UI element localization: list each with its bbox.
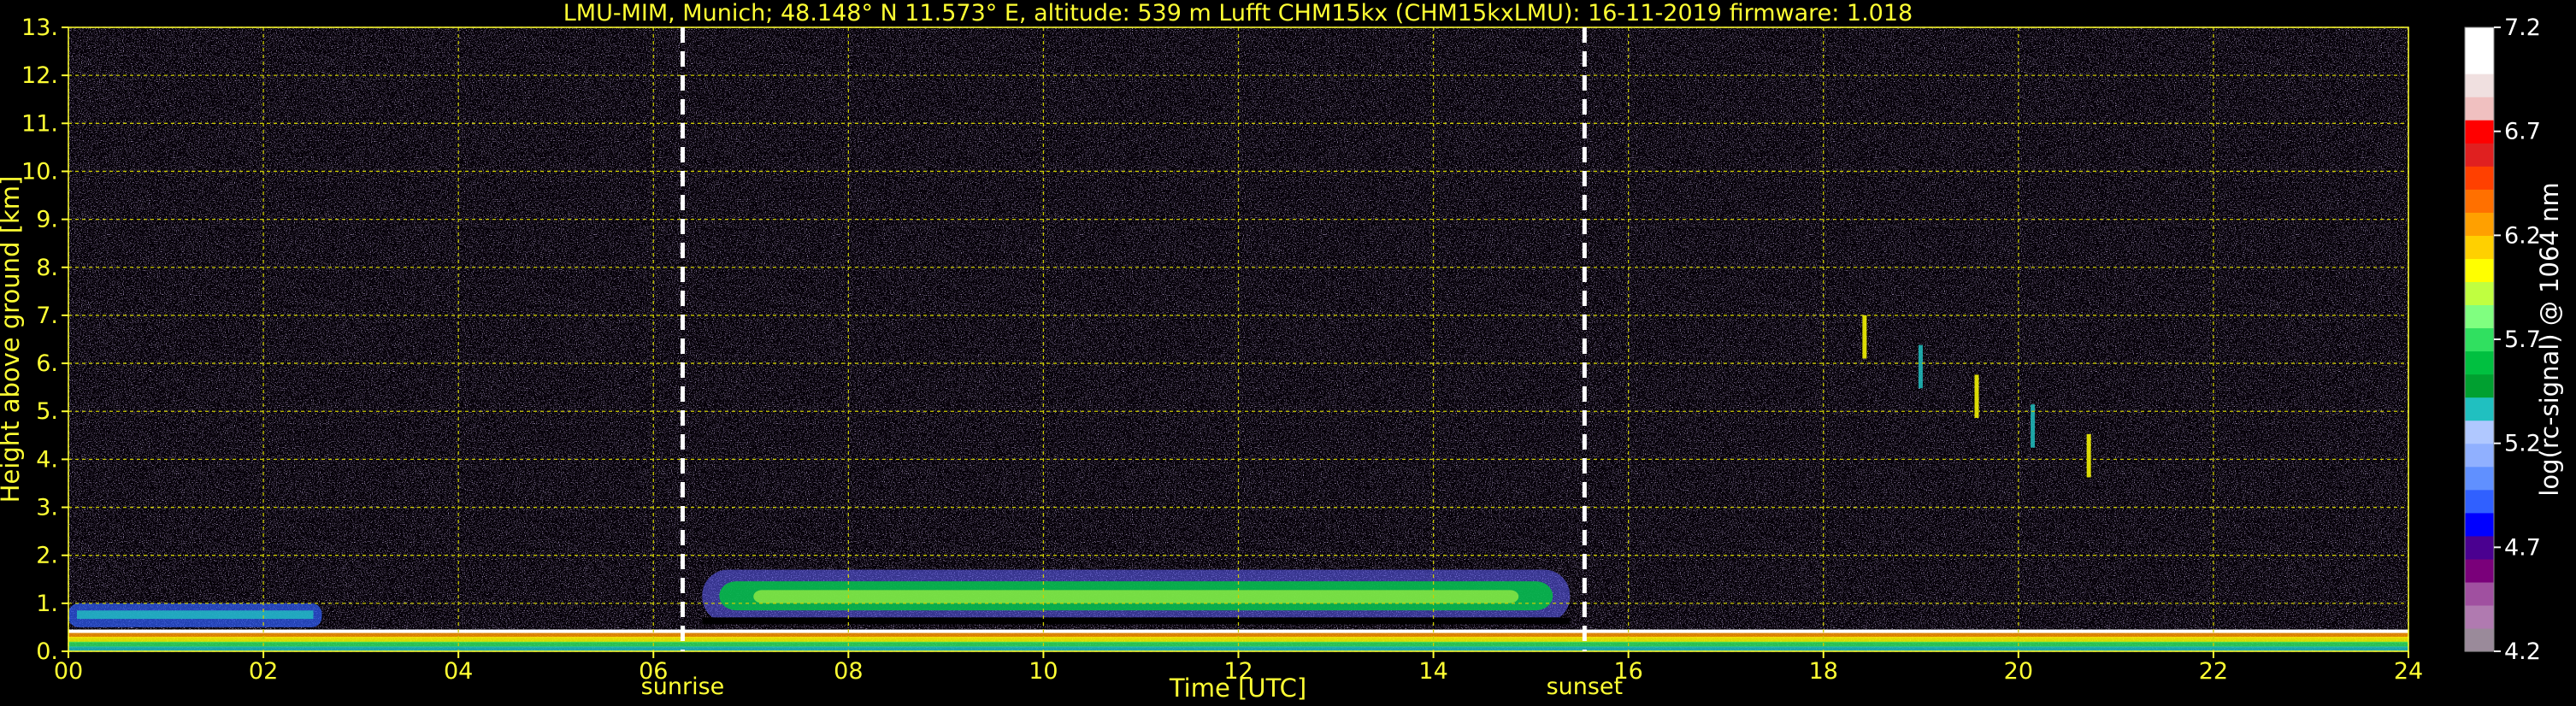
y-tick-label: 10. — [21, 158, 58, 185]
y-tick-label: 4. — [36, 446, 58, 473]
colorbar-swatch — [2465, 212, 2494, 236]
colorbar-swatch — [2465, 166, 2494, 190]
colorbar-swatch — [2465, 97, 2494, 121]
colorbar-swatch — [2465, 281, 2494, 306]
colorbar-swatch — [2465, 143, 2494, 167]
x-tick-label: 04 — [444, 658, 473, 685]
x-tick-label: 02 — [249, 658, 278, 685]
y-tick-label: 2. — [36, 543, 58, 569]
x-tick-label: 20 — [2004, 658, 2033, 685]
colorbar-swatch — [2465, 466, 2494, 491]
daytime-noise — [688, 27, 1590, 583]
colorbar-swatch — [2465, 304, 2494, 329]
y-tick-label: 9. — [36, 207, 58, 233]
colorbar-swatch — [2465, 627, 2494, 652]
colorbar-swatch — [2465, 350, 2494, 375]
colorbar-swatch — [2465, 558, 2494, 583]
colorbar-swatch — [2465, 489, 2494, 514]
feature-night-layer-core — [77, 610, 314, 620]
colorbar: 4.24.75.25.76.26.77.2 — [2464, 15, 2541, 665]
y-tick-label: 11. — [21, 110, 58, 137]
y-tick-label: 3. — [36, 495, 58, 521]
colorbar-swatch — [2465, 535, 2494, 560]
y-axis-ticks: 0.1.2.3.4.5.6.7.8.9.10.11.12.13. — [21, 15, 68, 665]
x-axis-label: Time [UTC] — [1169, 674, 1306, 703]
x-tick-label: 00 — [54, 658, 83, 685]
colorbar-swatch — [2465, 189, 2494, 213]
colorbar-swatch — [2465, 74, 2494, 97]
y-tick-label: 6. — [36, 350, 58, 377]
chart-title: LMU-MIM, Munich; 48.148° N 11.573° E, al… — [563, 0, 1913, 26]
colorbar-tick-label: 4.7 — [2504, 534, 2541, 561]
colorbar-swatch — [2465, 27, 2494, 51]
colorbar-swatch — [2465, 512, 2494, 537]
colorbar-swatch — [2465, 581, 2494, 606]
ceilometer-chart: LMU-MIM, Munich; 48.148° N 11.573° E, al… — [0, 0, 2564, 703]
x-tick-label: 10 — [1029, 658, 1058, 685]
x-tick-label: 24 — [2394, 658, 2423, 685]
annotation-label-sunrise: sunrise — [641, 674, 725, 700]
colorbar-swatch — [2465, 258, 2494, 283]
colorbar-tick-label: 7.2 — [2504, 15, 2541, 41]
annotation-label-sunset: sunset — [1547, 674, 1624, 700]
colorbar-swatch — [2465, 420, 2494, 444]
x-tick-label: 18 — [1809, 658, 1838, 685]
plot-area — [68, 27, 2408, 651]
x-tick-label: 08 — [834, 658, 863, 685]
y-tick-label: 12. — [21, 62, 58, 89]
feature-cloud-streak — [1862, 315, 1867, 359]
colorbar-tick-label: 4.2 — [2504, 638, 2541, 665]
colorbar-swatch — [2465, 604, 2494, 629]
feature-cloud-streak — [2086, 433, 2091, 478]
feature-cloud-peak — [753, 590, 1519, 603]
y-tick-label: 5. — [36, 398, 58, 425]
y-tick-label: 13. — [21, 15, 58, 41]
colorbar-swatch — [2465, 50, 2494, 74]
colorbar-swatch — [2465, 374, 2494, 398]
colorbar-swatch — [2465, 443, 2494, 468]
feature-cloud-streak — [1918, 344, 1923, 389]
x-tick-label: 22 — [2199, 658, 2228, 685]
x-tick-label: 14 — [1418, 658, 1447, 685]
colorbar-swatch — [2465, 397, 2494, 421]
colorbar-tick-label: 6.7 — [2504, 119, 2541, 145]
colorbar-label: log(rc-signal) @ 1064 nm — [2535, 182, 2564, 496]
y-axis-label: Height above ground [km] — [0, 176, 25, 503]
colorbar-swatch — [2465, 327, 2494, 352]
feature-cloud-base — [702, 617, 1571, 625]
y-tick-label: 1. — [36, 591, 58, 617]
y-tick-label: 8. — [36, 255, 58, 281]
colorbar-swatch — [2465, 235, 2494, 259]
colorbar-swatch — [2465, 120, 2494, 144]
y-tick-label: 7. — [36, 303, 58, 329]
